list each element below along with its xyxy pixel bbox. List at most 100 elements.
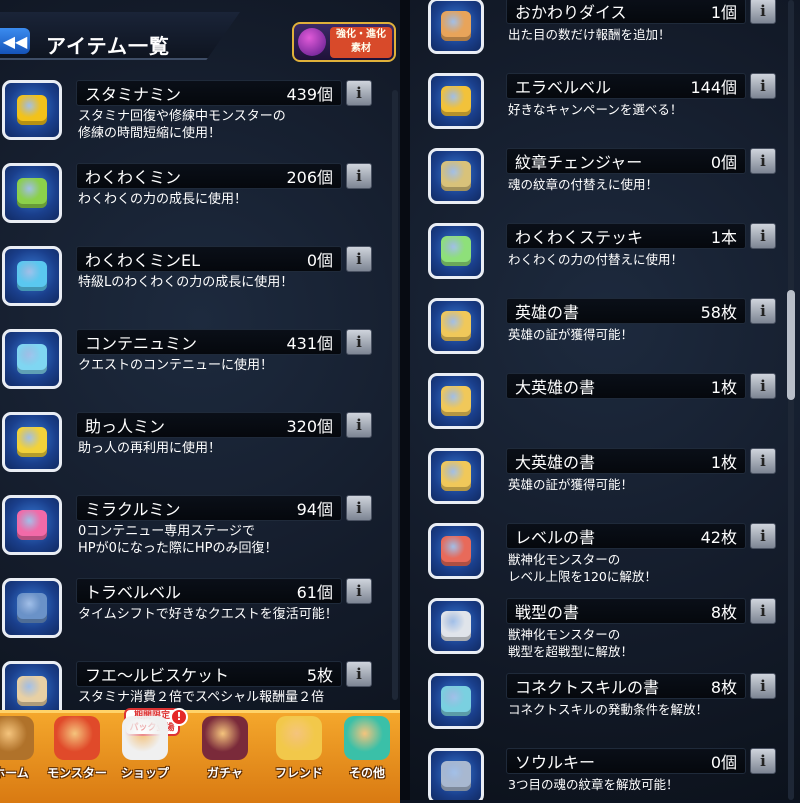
item-row[interactable]: ソウルキー 0個 i 3つ目の魂の紋章を解放可能！ [424, 748, 784, 800]
item-row[interactable]: おかわりダイス 1個 i 出た目の数だけ報酬を追加！ [424, 0, 784, 80]
item-description: タイムシフトで好きなクエストを復活可能！ [78, 606, 338, 623]
item-description-line: HPが0になった際にHPのみ回復！ [78, 541, 278, 556]
info-button[interactable]: i [750, 298, 776, 324]
item-name: ソウルキー [515, 753, 596, 772]
item-row[interactable]: 戦型の書 8枚 i 獣神化モンスターの 戦型を超戦型に解放！ [424, 598, 784, 680]
back-button[interactable]: ◀◀ [0, 28, 30, 54]
item-icon-frame[interactable] [2, 412, 62, 472]
evolve-material-button[interactable]: 強化・進化 素材 [292, 22, 396, 62]
item-description: 魂の紋章の付替えに使用！ [508, 176, 658, 193]
item-row[interactable]: 助っ人ミン 320個 i 助っ人の再利用に使用！ [0, 412, 380, 494]
info-button[interactable]: i [346, 80, 372, 106]
info-button[interactable]: i [346, 661, 372, 687]
item-name-bar: スタミナミン 439個 [76, 80, 342, 106]
item-count: 1枚 [710, 453, 737, 472]
item-row[interactable]: 紋章チェンジャー 0個 i 魂の紋章の付替えに使用！ [424, 148, 784, 230]
item-icon-frame[interactable] [2, 80, 62, 140]
info-button[interactable]: i [346, 495, 372, 521]
item-icon-frame[interactable] [428, 0, 484, 54]
item-description-line: 助っ人の再利用に使用！ [78, 441, 222, 456]
item-name: 助っ人ミン [85, 417, 166, 436]
item-count: 144個 [690, 78, 737, 97]
left-scrollbar-track[interactable] [392, 90, 398, 700]
helper-bottle-icon [17, 427, 47, 457]
item-description: クエストのコンテニューに使用！ [78, 357, 273, 374]
nav-gacha[interactable]: ガチャ [192, 716, 258, 794]
item-count: 1本 [710, 228, 737, 247]
item-icon-frame[interactable] [2, 246, 62, 306]
item-icon-frame[interactable] [428, 598, 484, 654]
item-row[interactable]: コネクトスキルの書 8枚 i コネクトスキルの発動条件を解放！ [424, 673, 784, 755]
item-icon-frame[interactable] [428, 673, 484, 729]
item-row[interactable]: スタミナミン 439個 i スタミナ回復や修練中モンスターの 修練の時間短縮に使用！ [0, 80, 380, 162]
item-icon-frame[interactable] [428, 748, 484, 800]
stamina-can-icon [17, 95, 47, 125]
item-description: 好きなキャンペーンを選べる！ [508, 101, 682, 118]
info-button[interactable]: i [750, 73, 776, 99]
item-description-line: レベル上限を120に解放！ [508, 569, 657, 584]
nav-friend-balloons[interactable]: フレンド [266, 716, 332, 794]
item-icon-frame[interactable] [428, 73, 484, 129]
item-icon-frame[interactable] [428, 448, 484, 504]
soul-key-icon [441, 761, 471, 791]
continue-flask-icon [17, 344, 47, 374]
item-name: わくわくステッキ [515, 228, 644, 247]
item-name: トラベルベル [85, 583, 182, 602]
info-button[interactable]: i [346, 578, 372, 604]
info-button[interactable]: i [750, 223, 776, 249]
info-button[interactable]: i [750, 598, 776, 624]
item-name: おかわりダイス [515, 3, 627, 22]
item-row[interactable]: コンテニュミン 431個 i クエストのコンテニューに使用！ [0, 329, 380, 411]
item-row[interactable]: 大英雄の書 1枚 i [424, 373, 784, 455]
item-description-line: クエストのコンテニューに使用！ [78, 358, 274, 373]
item-icon-frame[interactable] [2, 163, 62, 223]
nav-other[interactable]: その他 [334, 716, 400, 794]
item-name-bar: ソウルキー 0個 [506, 748, 746, 774]
item-row[interactable]: ミラクルミン 94個 i 0コンテニュー専用ステージで HPが0になった際にHPのみ回復… [0, 495, 380, 577]
info-button[interactable]: i [750, 673, 776, 699]
info-button[interactable]: i [750, 748, 776, 774]
right-scrollbar-thumb[interactable] [787, 290, 795, 400]
item-row[interactable]: レベルの書 42枚 i 獣神化モンスターの レベル上限を120に解放！ [424, 523, 784, 605]
info-button[interactable]: i [750, 523, 776, 549]
item-row[interactable]: 大英雄の書 1枚 i 英雄の証が獲得可能！ [424, 448, 784, 530]
item-icon-frame[interactable] [428, 373, 484, 429]
item-row[interactable]: エラベルベル 144個 i 好きなキャンペーンを選べる！ [424, 73, 784, 155]
item-row[interactable]: わくわくステッキ 1本 i わくわくの力の付替えに使用！ [424, 223, 784, 305]
item-row[interactable]: わくわくミン 206個 i わくわくの力の成長に使用！ [0, 163, 380, 245]
item-icon-frame[interactable] [428, 523, 484, 579]
info-button[interactable]: i [750, 148, 776, 174]
item-description: 3つ目の魂の紋章を解放可能！ [508, 776, 678, 793]
info-button[interactable]: i [346, 163, 372, 189]
info-button[interactable]: i [750, 0, 776, 24]
item-icon-frame[interactable] [2, 578, 62, 638]
nav-shop-orb[interactable]: ショップ [112, 716, 178, 794]
item-icon-frame[interactable] [2, 495, 62, 555]
great-hero-scroll-icon [441, 386, 471, 416]
item-icon-frame[interactable] [428, 223, 484, 279]
info-button[interactable]: i [750, 448, 776, 474]
item-name: 英雄の書 [515, 303, 580, 322]
info-button[interactable]: i [346, 246, 372, 272]
info-button[interactable]: i [346, 412, 372, 438]
nav-label: ホーム [0, 766, 29, 780]
item-icon-frame[interactable] [2, 329, 62, 389]
item-name-bar: レベルの書 42枚 [506, 523, 746, 549]
nav-monster[interactable]: モンスター [44, 716, 110, 794]
item-row[interactable]: わくわくミンEL 0個 i 特級Lのわくわくの力の成長に使用！ [0, 246, 380, 328]
item-row[interactable]: トラベルベル 61個 i タイムシフトで好きなクエストを復活可能！ [0, 578, 380, 660]
item-icon-frame[interactable] [428, 298, 484, 354]
info-button[interactable]: i [346, 329, 372, 355]
item-description-line: 0コンテニュー専用ステージで [78, 524, 256, 539]
item-name-bar: 大英雄の書 1枚 [506, 448, 746, 474]
item-icon-frame[interactable] [428, 148, 484, 204]
item-description: 出た目の数だけ報酬を追加！ [508, 26, 671, 43]
item-name: コンテニュミン [85, 334, 198, 353]
shop-orb-icon [122, 716, 168, 760]
right-scrollbar-track[interactable] [788, 0, 794, 800]
nav-home[interactable]: ホーム [0, 716, 44, 794]
info-button[interactable]: i [750, 373, 776, 399]
item-name: コネクトスキルの書 [515, 678, 660, 697]
item-row[interactable]: 英雄の書 58枚 i 英雄の証が獲得可能！ [424, 298, 784, 380]
item-name-bar: フエ〜ルビスケット 5枚 [76, 661, 342, 687]
